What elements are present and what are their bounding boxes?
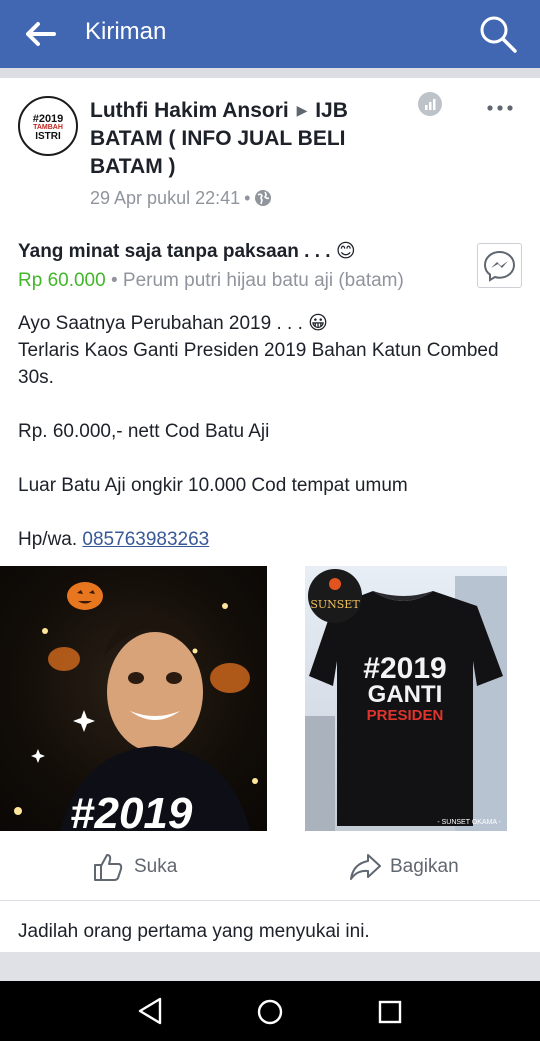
body-line: Ayo Saatnya Perubahan 2019 . . . 😀 [18,313,328,334]
sale-title: Yang minat saja tanpa paksaan . . . 😊 [18,241,356,262]
post-author-line: Luthfi Hakim Ansori ▶ IJB BATAM ( INFO J… [90,96,410,181]
like-label: Suka [134,856,178,877]
body-line [18,445,518,472]
post-card: #2019 TAMBAH ISTRI Luthfi Hakim Ansori ▶… [0,78,540,952]
messenger-icon [483,250,516,282]
likes-summary: Jadilah orang pertama yang menyukai ini. [18,921,370,942]
nav-home-circle-icon[interactable] [256,998,284,1026]
contact-line: Hp/wa. 085763983263 [18,526,518,553]
search-icon[interactable] [476,12,520,56]
more-options-icon[interactable] [484,98,516,118]
price-location: Rp 60.000 • Perum putri hijau batu aji (… [18,270,404,292]
post-timestamp[interactable]: 29 Apr pukul 22:41 [90,188,240,208]
avatar[interactable]: #2019 TAMBAH ISTRI [18,96,78,156]
arrow-left-icon[interactable] [22,16,62,52]
photo-child[interactable]: #2019 [0,566,267,831]
android-navigation-bar [0,981,540,1041]
post-body: Ayo Saatnya Perubahan 2019 . . . 😀 Terla… [18,310,518,553]
avatar-text-3: ISTRI [35,131,61,142]
post-actions: Suka Bagikan [0,831,540,901]
shirt-text-2: GANTI [368,681,443,708]
shirt-brand-text: SUNSET [310,598,360,611]
triangle-right-icon: ▶ [296,102,308,118]
share-arrow-icon [350,854,381,880]
separator-dot: • [110,270,123,291]
shirt-photo-illustration: SUNSET #2019 GANTI PRESIDEN - SUNSET OKA… [305,569,507,831]
photo-shirt[interactable]: SUNSET #2019 GANTI PRESIDEN - SUNSET OKA… [305,566,507,831]
child-photo-illustration: #2019 [14,582,258,831]
shirt-print-text: #2019 [70,789,193,831]
photo-watermark: - SUNSET OKAMA - [437,819,501,826]
top-app-bar: Kiriman [0,0,540,68]
phone-link[interactable]: 085763983263 [82,529,209,550]
post-meta: 29 Apr pukul 22:41 • [90,188,272,209]
shirt-text-3: PRESIDEN [367,707,444,724]
nav-back-triangle-icon[interactable] [136,996,164,1026]
location: Perum putri hijau batu aji (batam) [122,270,404,291]
insights-icon[interactable] [418,92,442,116]
separator-dot: • [244,188,251,208]
divider [0,68,540,78]
avatar-text-2: TAMBAH [33,124,63,131]
contact-label: Hp/wa. [18,529,78,550]
body-line [18,499,518,526]
share-button[interactable]: Bagikan [348,851,459,883]
page-title: Kiriman [85,18,167,45]
price: Rp 60.000 [18,270,106,291]
body-line: Rp. 60.000,- nett Cod Batu Aji [18,421,270,442]
nav-recent-square-icon[interactable] [377,999,403,1025]
like-button[interactable]: Suka [92,851,177,883]
body-line: Terlaris Kaos Ganti Presiden 2019 Bahan … [18,340,499,388]
author-name[interactable]: Luthfi Hakim Ansori [90,99,289,122]
globe-icon [255,190,272,206]
body-line: Luar Batu Aji ongkir 10.000 Cod tempat u… [18,475,408,496]
body-line [18,391,518,418]
thumbs-up-icon [94,854,123,881]
share-label: Bagikan [390,856,459,877]
message-seller-button[interactable] [477,243,522,288]
